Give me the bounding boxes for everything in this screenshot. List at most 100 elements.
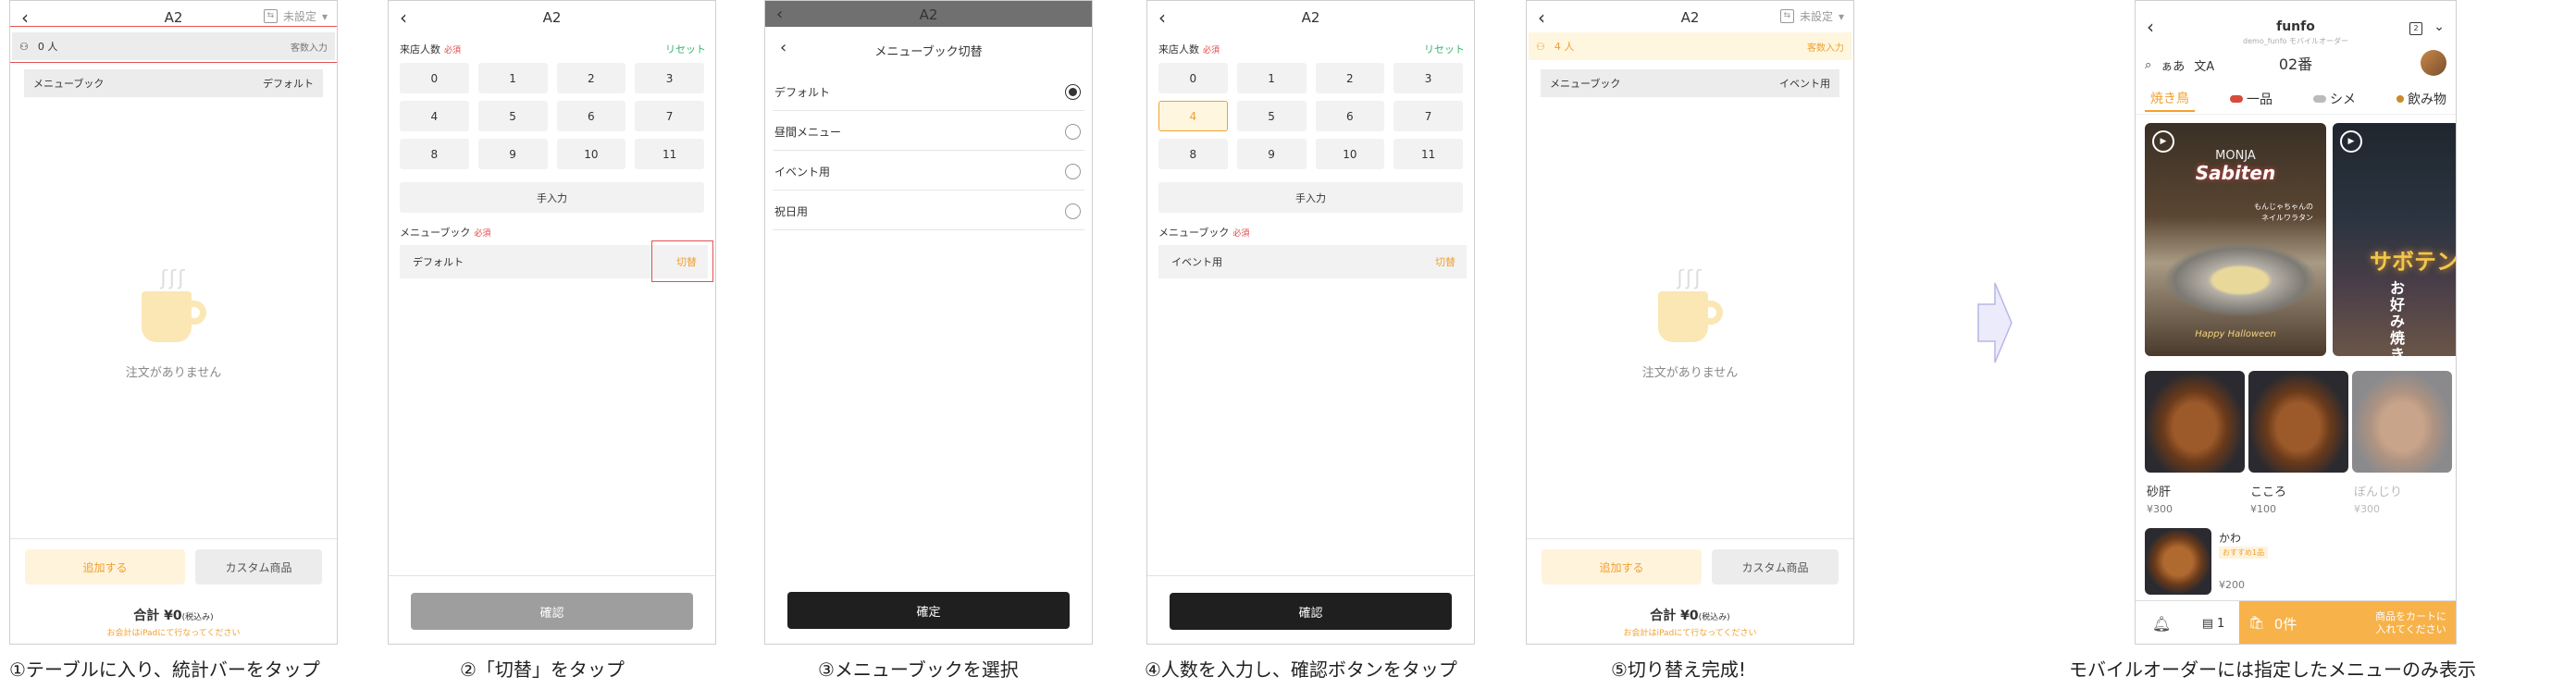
item-image[interactable] bbox=[2248, 371, 2348, 473]
empty-text: 注文がありません bbox=[125, 366, 222, 380]
add-button[interactable]: 追加する bbox=[25, 549, 185, 584]
key-10[interactable]: 10 bbox=[556, 139, 626, 169]
key-6[interactable]: 6 bbox=[556, 101, 626, 131]
table-status-dropdown[interactable]: ⇆ 未設定 ▾ bbox=[1779, 8, 1844, 24]
tab-yakitori[interactable]: 焼き鳥 bbox=[2145, 86, 2195, 112]
guest-input-link[interactable]: 客数入力 bbox=[291, 40, 328, 54]
screen-guest-input-filled: ‹ A2 来店人数 必須 リセット 0 1 2 3 4 5 6 7 8 9 10 … bbox=[1146, 0, 1475, 645]
total-amount: 合計 ¥0 bbox=[133, 609, 182, 623]
divider bbox=[1527, 538, 1853, 539]
confirm-button[interactable]: 確定 bbox=[787, 592, 1070, 629]
key-0[interactable]: 0 bbox=[400, 63, 469, 93]
key-11[interactable]: 11 bbox=[1393, 139, 1463, 169]
confirm-button[interactable]: 確認 bbox=[1170, 593, 1452, 630]
option-label: 祝日用 bbox=[774, 205, 809, 218]
reset-link[interactable]: リセット bbox=[1424, 42, 1465, 56]
manual-input-button[interactable]: 手入力 bbox=[1158, 182, 1463, 213]
custom-item-button[interactable]: カスタム商品 bbox=[195, 549, 322, 584]
tax-label: (税込み) bbox=[181, 613, 214, 622]
avatar[interactable] bbox=[2421, 50, 2446, 76]
banner-video-2[interactable]: ▶ サボテン お好み焼き bbox=[2333, 123, 2456, 357]
key-8[interactable]: 8 bbox=[1158, 139, 1228, 169]
key-4-selected[interactable]: 4 bbox=[1158, 101, 1228, 131]
key-8[interactable]: 8 bbox=[400, 139, 469, 169]
key-5[interactable]: 5 bbox=[1236, 101, 1307, 131]
guests-section: 来店人数 必須 リセット bbox=[1158, 42, 1465, 56]
radio[interactable] bbox=[1065, 203, 1081, 219]
bowl-icon bbox=[2313, 95, 2326, 103]
custom-item-button[interactable]: カスタム商品 bbox=[1712, 549, 1839, 584]
page-title: A2 bbox=[542, 9, 562, 26]
add-button[interactable]: 追加する bbox=[1542, 549, 1702, 584]
divider bbox=[2136, 114, 2456, 115]
radio-selected[interactable] bbox=[1065, 84, 1081, 100]
menubook-label: メニューブック bbox=[1158, 227, 1230, 239]
key-6[interactable]: 6 bbox=[1315, 101, 1385, 131]
item-price: ¥300 bbox=[2354, 503, 2380, 515]
caret-down-icon: ▾ bbox=[1838, 9, 1844, 23]
banner-video-1[interactable]: ▶ MONJA Sabiten もんじゃちゃんの ネイルワラタン Happy H… bbox=[2145, 123, 2326, 356]
cup-icon bbox=[141, 291, 206, 342]
stat-bar[interactable]: ⚇ 0 人 客数入力 bbox=[12, 32, 335, 60]
step-caption-2: ②「切替」をタップ bbox=[460, 658, 625, 681]
cart-icon: 🛍︎ bbox=[2248, 616, 2265, 631]
chevron-down-icon[interactable]: ⌄ bbox=[2434, 19, 2445, 34]
unset-label: 未設定 bbox=[1799, 10, 1833, 23]
stat-bar[interactable]: ⚇ 4 人 客数入力 bbox=[1529, 32, 1852, 60]
key-3[interactable]: 3 bbox=[1393, 63, 1463, 93]
key-2[interactable]: 2 bbox=[1315, 63, 1385, 93]
confirm-button[interactable]: 確認 bbox=[411, 593, 693, 630]
radio[interactable] bbox=[1065, 124, 1081, 140]
banner-vertical-text: お好み焼き bbox=[2389, 279, 2405, 357]
cart-button[interactable]: 🛍︎ 0件 商品をカートに 入れてください bbox=[2239, 601, 2456, 644]
empty-text: 注文がありません bbox=[1641, 366, 1739, 380]
guest-input-link[interactable]: 客数入力 bbox=[1807, 40, 1844, 54]
option-row[interactable]: イベント用 bbox=[773, 154, 1084, 191]
key-9[interactable]: 9 bbox=[477, 139, 548, 169]
key-0[interactable]: 0 bbox=[1158, 63, 1228, 93]
manual-input-button[interactable]: 手入力 bbox=[400, 182, 704, 213]
tab-shime[interactable]: シメ bbox=[2308, 86, 2361, 112]
swap-icon: ⇆ bbox=[1779, 9, 1794, 23]
guests-label: 来店人数 bbox=[400, 43, 440, 55]
tab-drinks[interactable]: 飲み物 bbox=[2391, 86, 2452, 112]
order-history-button[interactable]: ▤ 1 bbox=[2187, 601, 2239, 644]
play-icon[interactable]: ▶ bbox=[2340, 130, 2362, 153]
key-7[interactable]: 7 bbox=[1393, 101, 1463, 131]
window-icon[interactable]: 2 bbox=[2409, 22, 2422, 35]
shop-subtitle: demo_funfo モバイルオーダー bbox=[2243, 37, 2348, 45]
radio[interactable] bbox=[1065, 164, 1081, 179]
bottom-bar: 🔔︎ ▤ 1 🛍︎ 0件 商品をカートに 入れてください bbox=[2136, 600, 2456, 644]
switch-button[interactable]: 切替 bbox=[1435, 254, 1455, 269]
key-10[interactable]: 10 bbox=[1315, 139, 1385, 169]
next-arrow-icon bbox=[1977, 282, 2012, 363]
key-11[interactable]: 11 bbox=[635, 139, 704, 169]
key-9[interactable]: 9 bbox=[1236, 139, 1307, 169]
tab-ippin[interactable]: 一品 bbox=[2224, 86, 2278, 112]
bell-icon[interactable]: 🔔︎ bbox=[2136, 601, 2187, 644]
list-item-image[interactable] bbox=[2145, 528, 2211, 595]
dish-icon bbox=[2230, 95, 2243, 103]
key-5[interactable]: 5 bbox=[477, 101, 548, 131]
key-4[interactable]: 4 bbox=[400, 101, 469, 131]
switch-button[interactable]: 切替 bbox=[676, 254, 697, 269]
required-badge: 必須 bbox=[474, 229, 491, 239]
option-row[interactable]: デフォルト bbox=[773, 74, 1084, 111]
key-7[interactable]: 7 bbox=[635, 101, 704, 131]
option-row[interactable]: 昼間メニュー bbox=[773, 114, 1084, 151]
guests-label: 来店人数 bbox=[1158, 43, 1199, 55]
table-status-dropdown[interactable]: ⇆ 未設定 ▾ bbox=[263, 8, 328, 24]
key-2[interactable]: 2 bbox=[556, 63, 626, 93]
key-1[interactable]: 1 bbox=[1236, 63, 1307, 93]
tax-label: (税込み) bbox=[1698, 613, 1730, 622]
item-image[interactable] bbox=[2145, 371, 2245, 473]
option-row[interactable]: 祝日用 bbox=[773, 193, 1084, 230]
step-caption-4: ④人数を入力し、確認ボタンをタップ bbox=[1145, 658, 1457, 681]
menubook-value: イベント用 bbox=[1171, 256, 1222, 268]
key-1[interactable]: 1 bbox=[477, 63, 548, 93]
key-3[interactable]: 3 bbox=[635, 63, 704, 93]
item-name: ぼんじり bbox=[2354, 486, 2403, 499]
item-image[interactable] bbox=[2352, 371, 2452, 473]
header: ‹ A2 bbox=[1147, 1, 1474, 38]
reset-link[interactable]: リセット bbox=[665, 42, 706, 56]
